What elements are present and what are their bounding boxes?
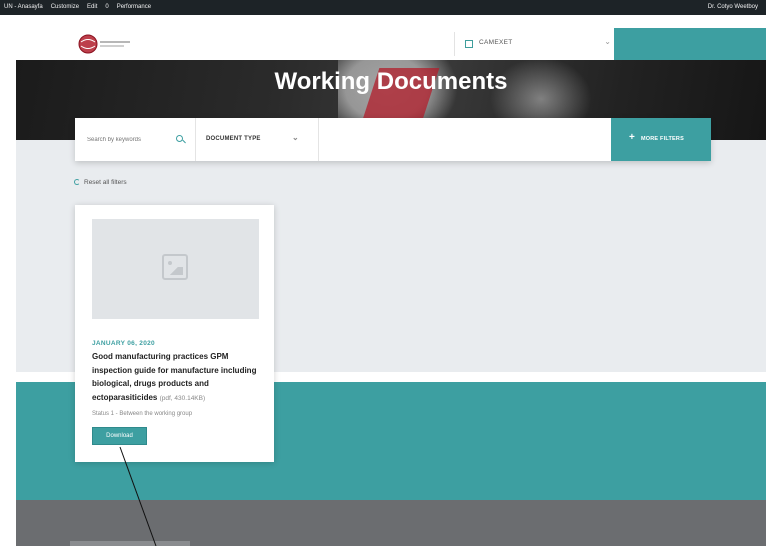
admin-bar-item-performance[interactable]: Performance [117,0,151,15]
admin-bar-user[interactable]: Dr. Cotyo Weetboy [708,0,758,15]
footer-bar [70,541,190,546]
document-type-label: DOCUMENT TYPE [206,136,261,142]
admin-bar-item-edit[interactable]: Edit [87,0,97,15]
admin-bar-item-customize[interactable]: Customize [51,0,79,15]
document-thumbnail[interactable] [92,219,259,319]
header-accent-block [614,28,766,60]
divider [318,118,319,161]
document-status: Status 1 - Between the working group [92,411,193,417]
more-filters-button[interactable]: + MORE FILTERS [611,118,711,161]
document-title[interactable]: Good manufacturing practices GPM inspect… [92,350,262,405]
language-selector[interactable]: CAMEXET ⌄ [454,32,615,56]
admin-bar-item-home[interactable]: UN - Anasayfa [4,0,43,15]
more-filters-label: MORE FILTERS [641,136,684,142]
download-button[interactable]: Download [92,427,147,445]
admin-bar: UN - Anasayfa Customize Edit 0 Performan… [0,0,766,15]
image-placeholder-icon [162,254,188,280]
document-type-dropdown[interactable]: DOCUMENT TYPE ⌄ [196,118,318,161]
reset-icon [74,179,80,186]
plus-icon: + [629,132,635,143]
search-icon[interactable] [176,135,183,142]
chevron-down-icon: ⌄ [604,37,611,46]
document-card: JANUARY 06, 2020 Good manufacturing prac… [75,205,274,462]
filter-bar: DOCUMENT TYPE ⌄ + MORE FILTERS [75,118,711,161]
reset-filters-link[interactable]: Reset all filters [74,179,127,186]
document-date: JANUARY 06, 2020 [92,340,155,347]
language-flag-icon [465,40,473,48]
reset-filters-label: Reset all filters [84,179,127,186]
language-label: CAMEXET [479,39,513,46]
logo-globe-icon [78,34,130,54]
footer [16,500,766,546]
document-file-meta: (pdf, 430.14KB) [159,394,206,402]
chevron-down-icon: ⌄ [292,133,299,142]
page-title: Working Documents [274,68,508,95]
site-logo[interactable] [76,31,136,57]
admin-bar-item-comments[interactable]: 0 [105,0,108,15]
